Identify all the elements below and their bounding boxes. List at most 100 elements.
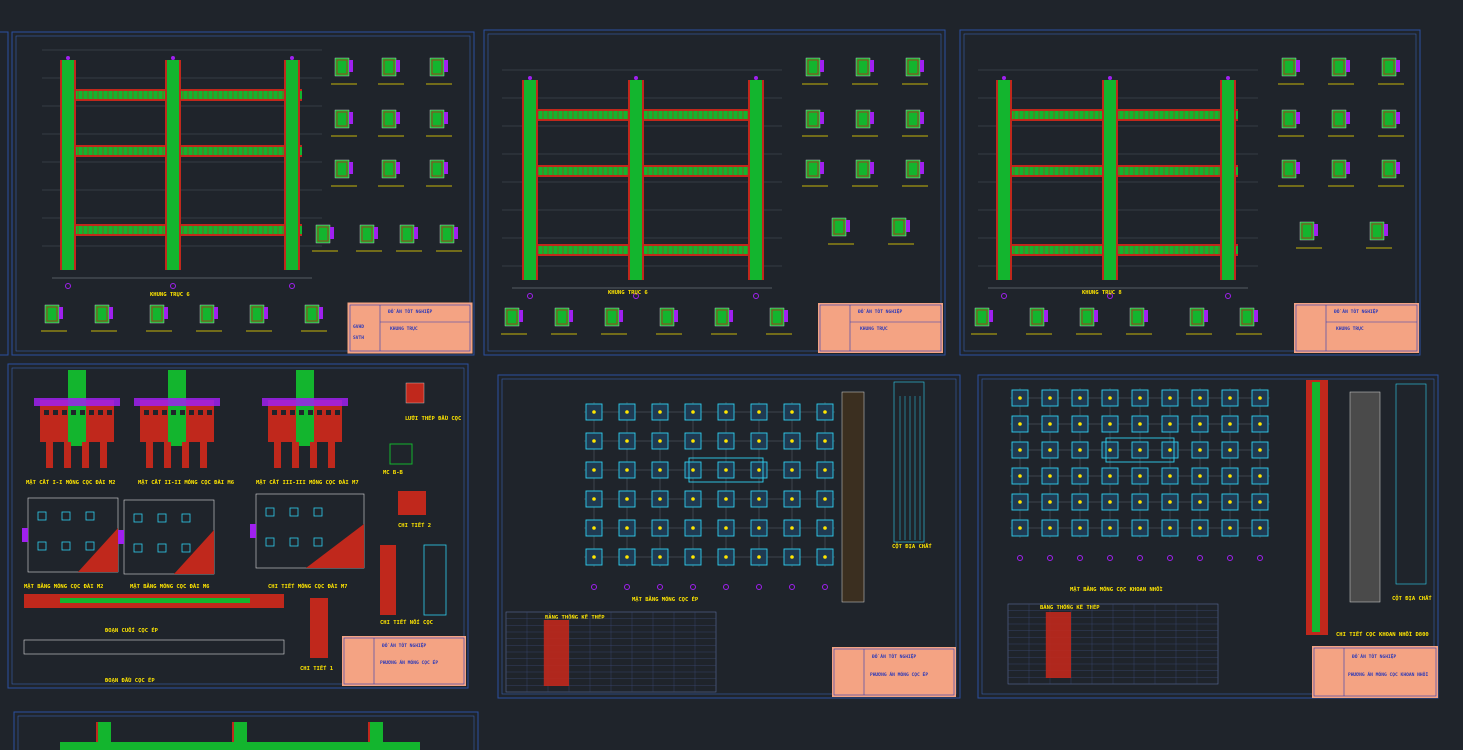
pile-square	[37, 511, 47, 521]
section-label: MẶT CẮT II-II MÓNG CỌC ĐÀI M6	[138, 479, 235, 486]
column-rebar	[298, 60, 300, 270]
pile-mark	[1048, 422, 1052, 426]
section-tag	[444, 60, 448, 72]
axis-bubble	[657, 584, 663, 590]
pile-mark	[1228, 474, 1232, 478]
section-tag	[1094, 310, 1098, 322]
pile-mark	[1138, 396, 1142, 400]
section-tag	[59, 307, 63, 319]
splice-plate	[423, 544, 447, 616]
pile-mark	[691, 468, 695, 472]
column-rebar	[996, 80, 998, 280]
column-title: CỘT ĐỊA CHẤT	[892, 543, 932, 550]
pile-mark	[1048, 526, 1052, 530]
column-rebar	[1234, 80, 1236, 280]
plan-title: MẶT BẰNG MÓNG CỌC KHOAN NHỒI	[1070, 585, 1163, 593]
pile-mark	[823, 526, 827, 530]
pile-mark	[1018, 396, 1022, 400]
pile-square	[157, 513, 167, 523]
section-tag	[989, 310, 993, 322]
pile	[146, 442, 153, 468]
sheet-pile-plan: MẶT BẰNG MÓNG CỌC ÉP CỘT ĐỊA CHẤT BẢNG T…	[497, 374, 961, 699]
pile-mark	[757, 468, 761, 472]
title-block-label-a: GVHD	[353, 324, 364, 330]
column-top	[290, 56, 294, 60]
frame-elevation-partial	[60, 722, 420, 750]
column	[166, 60, 180, 270]
section-label: MẶT CẮT I-I MÓNG CỌC ĐÀI M2	[26, 479, 115, 486]
cap-hole	[98, 410, 103, 415]
axis-bubble	[527, 293, 533, 299]
pile-mark	[1198, 526, 1202, 530]
cap-hole	[153, 410, 158, 415]
column	[61, 60, 75, 270]
cap-hole	[62, 410, 67, 415]
pile-mark	[1138, 526, 1142, 530]
section-tag	[1254, 310, 1258, 322]
pile-mark	[1258, 500, 1262, 504]
section-tag	[264, 307, 268, 319]
section-tag	[164, 307, 168, 319]
section-tag	[1296, 162, 1300, 174]
pile-square	[37, 541, 47, 551]
section-tag	[349, 60, 353, 72]
column-top	[754, 76, 758, 80]
pile-square	[181, 543, 191, 553]
pile-square	[289, 537, 299, 547]
section-tag	[1396, 60, 1400, 72]
title-block-drawing: KHUNG TRỤC	[1336, 326, 1364, 332]
plan-label: MẶT BẰNG MÓNG CỌC ĐÀI M2	[24, 582, 103, 590]
pile	[310, 442, 317, 468]
section-tag	[454, 227, 458, 239]
column-rebar	[284, 60, 286, 270]
column-top	[1226, 76, 1230, 80]
pile-mark	[1138, 448, 1142, 452]
section-tag	[414, 227, 418, 239]
column-rebar	[179, 60, 181, 270]
pile-square	[313, 537, 323, 547]
section-tag	[349, 112, 353, 124]
soil-column	[841, 391, 865, 603]
pile-mark	[823, 410, 827, 414]
section-tag	[444, 112, 448, 124]
column	[997, 80, 1011, 280]
pile-mark	[625, 468, 629, 472]
pile-mark	[658, 497, 662, 501]
pile	[328, 442, 335, 468]
frame-elevation	[41, 49, 462, 332]
detail-label: LƯỚI THÉP ĐẦU CỌC	[405, 414, 461, 422]
pile-mark	[1258, 396, 1262, 400]
pile-mark	[757, 555, 761, 559]
pile-mark	[1228, 526, 1232, 530]
pile-mark	[724, 497, 728, 501]
axis-bubble	[65, 283, 71, 289]
section-tag	[870, 112, 874, 124]
plan-label: MẶT BẰNG MÓNG CỌC ĐÀI M6	[130, 582, 210, 590]
section-tag	[820, 112, 824, 124]
section-tag	[109, 307, 113, 319]
pile-elevation	[893, 381, 925, 543]
pile-mark	[724, 410, 728, 414]
pile-mark	[790, 497, 794, 501]
axis-bubble	[1017, 555, 1023, 561]
pile-mark	[1138, 474, 1142, 478]
pile-mark	[1048, 500, 1052, 504]
pile	[46, 442, 53, 468]
section-tag	[1346, 112, 1350, 124]
sheet-partial-bottom	[13, 711, 479, 750]
axis-bubble	[753, 293, 759, 299]
section-tag	[920, 112, 924, 124]
cad-drawing-canvas[interactable]: KHUNG TRỤC 6 ĐỒ ÁN TỐT NGHIỆP KHUNG TRỤC…	[0, 0, 1463, 750]
pile-segment-2	[23, 639, 285, 655]
column-rebar	[1220, 80, 1222, 280]
pile-mark	[1108, 448, 1112, 452]
pile-mark	[1198, 396, 1202, 400]
footing-sections	[22, 370, 447, 658]
axis-tag	[118, 530, 124, 544]
cap-hole	[326, 410, 331, 415]
cap-hole	[198, 410, 203, 415]
cap-hole	[162, 410, 167, 415]
section-tag	[1396, 112, 1400, 124]
pile-mark	[1078, 474, 1082, 478]
cap-hole	[317, 410, 322, 415]
